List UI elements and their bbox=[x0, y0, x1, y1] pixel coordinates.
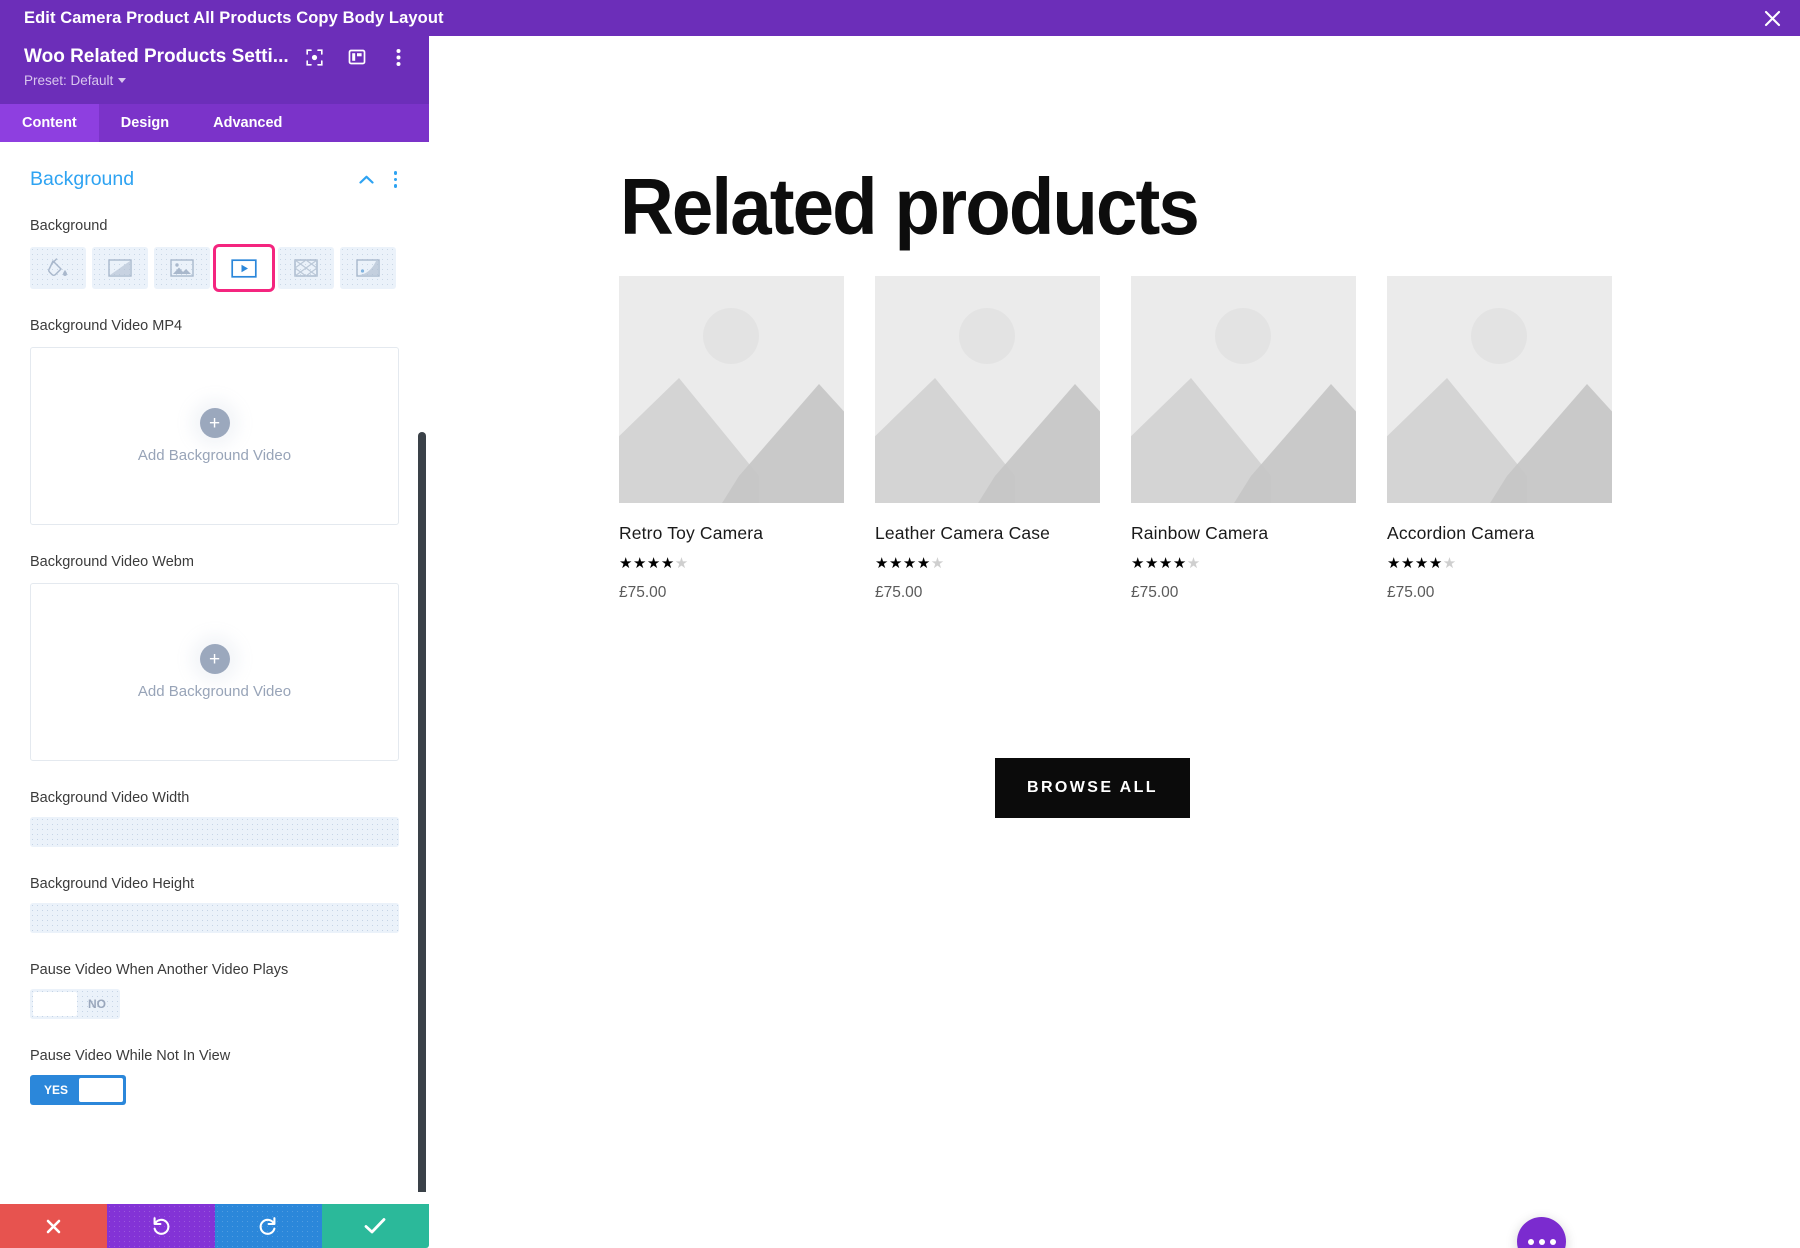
video-play-icon bbox=[231, 258, 257, 278]
background-type-pattern[interactable] bbox=[278, 247, 334, 289]
background-type-selector bbox=[0, 237, 429, 289]
background-field-label: Background bbox=[30, 218, 108, 234]
background-type-image[interactable] bbox=[154, 247, 210, 289]
layout-columns-icon[interactable] bbox=[347, 47, 367, 67]
tab-content[interactable]: Content bbox=[0, 104, 99, 142]
browse-all-button[interactable]: BROWSE ALL bbox=[995, 758, 1190, 818]
image-placeholder-icon bbox=[1387, 276, 1612, 503]
product-name[interactable]: Leather Camera Case bbox=[875, 523, 1100, 544]
gradient-icon bbox=[108, 259, 132, 277]
page-heading: Related products bbox=[620, 162, 1200, 251]
pattern-icon bbox=[294, 259, 318, 277]
panel-body: Background Background Background Video M… bbox=[0, 142, 429, 1192]
product-name[interactable]: Rainbow Camera bbox=[1131, 523, 1356, 544]
save-button[interactable] bbox=[321, 1204, 429, 1248]
section-title: Background bbox=[30, 168, 135, 190]
plus-icon: + bbox=[199, 408, 230, 438]
more-horizontal-icon bbox=[1538, 1238, 1545, 1245]
toggle-knob bbox=[33, 992, 77, 1016]
background-type-mask[interactable] bbox=[340, 247, 396, 289]
panel-action-bar bbox=[0, 1204, 429, 1248]
focus-target-icon[interactable] bbox=[305, 47, 325, 67]
product-card: Leather Camera Case ★★★★★ £75.00 bbox=[875, 276, 1100, 602]
product-rating: ★★★★★ bbox=[619, 555, 689, 572]
image-icon bbox=[170, 259, 194, 277]
more-horizontal-icon bbox=[1549, 1238, 1556, 1245]
toggle-value: YES bbox=[44, 1083, 69, 1097]
product-rating: ★★★★★ bbox=[875, 555, 945, 572]
background-type-color[interactable] bbox=[30, 247, 86, 289]
add-background-video-mp4-label: Add Background Video bbox=[137, 447, 292, 464]
field-label-video-webm: Background Video Webm bbox=[30, 554, 194, 570]
toggle-knob bbox=[79, 1078, 124, 1102]
product-image-placeholder[interactable] bbox=[1387, 276, 1612, 503]
field-label-pause-when-another-plays: Pause Video When Another Video Plays bbox=[30, 962, 289, 978]
product-rating: ★★★★★ bbox=[1387, 555, 1457, 572]
panel-scrollbar[interactable] bbox=[418, 432, 426, 1192]
product-name[interactable]: Accordion Camera bbox=[1387, 523, 1612, 544]
paint-bucket-icon bbox=[48, 258, 67, 276]
window-close-button[interactable] bbox=[1744, 0, 1800, 36]
module-settings-panel: Woo Related Products Setti... Preset: De… bbox=[0, 36, 429, 1248]
pause-video-when-another-plays-toggle[interactable]: NO bbox=[30, 989, 120, 1019]
product-card: Rainbow Camera ★★★★★ £75.00 bbox=[1131, 276, 1356, 602]
preset-selector[interactable]: Preset: Default bbox=[24, 73, 127, 88]
close-icon bbox=[46, 1219, 61, 1233]
related-products-grid: Retro Toy Camera ★★★★★ £75.00 Leather Ca… bbox=[619, 276, 1612, 602]
chevron-up-icon[interactable] bbox=[358, 171, 374, 189]
product-price: £75.00 bbox=[1387, 584, 1435, 601]
background-section-header: Background bbox=[0, 142, 429, 191]
product-price: £75.00 bbox=[619, 584, 667, 601]
field-label-video-height: Background Video Height bbox=[30, 876, 195, 892]
product-name[interactable]: Retro Toy Camera bbox=[619, 523, 844, 544]
window-titlebar: Edit Camera Product All Products Copy Bo… bbox=[0, 0, 1800, 36]
tab-advanced[interactable]: Advanced bbox=[191, 104, 304, 142]
plus-icon: + bbox=[199, 644, 230, 674]
page-settings-fab[interactable] bbox=[1517, 1217, 1566, 1248]
product-card: Accordion Camera ★★★★★ £75.00 bbox=[1387, 276, 1612, 602]
more-horizontal-icon bbox=[1527, 1238, 1534, 1245]
product-card: Retro Toy Camera ★★★★★ £75.00 bbox=[619, 276, 844, 602]
check-icon bbox=[364, 1218, 386, 1234]
field-label-video-width: Background Video Width bbox=[30, 790, 190, 806]
background-video-width-input[interactable] bbox=[30, 817, 399, 847]
pause-video-while-not-in-view-toggle[interactable]: YES bbox=[30, 1075, 127, 1105]
preset-label: Preset: Default bbox=[24, 73, 114, 88]
product-rating: ★★★★★ bbox=[1131, 555, 1201, 572]
background-video-webm-dropzone[interactable]: + Add Background Video bbox=[30, 583, 399, 761]
discard-changes-button[interactable] bbox=[0, 1204, 108, 1248]
toggle-value: NO bbox=[88, 997, 106, 1011]
mask-icon bbox=[356, 259, 380, 277]
product-image-placeholder[interactable] bbox=[1131, 276, 1356, 503]
background-type-video[interactable] bbox=[216, 247, 272, 289]
settings-tabs: Content Design Advanced bbox=[0, 104, 429, 142]
page-preview: Related products Retro Toy Camera ★★★★★ … bbox=[429, 36, 1800, 1248]
undo-icon bbox=[153, 1217, 170, 1235]
field-label-pause-while-not-in-view: Pause Video While Not In View bbox=[30, 1048, 231, 1064]
field-label-video-mp4: Background Video MP4 bbox=[30, 318, 183, 334]
background-video-mp4-dropzone[interactable]: + Add Background Video bbox=[30, 347, 399, 525]
image-placeholder-icon bbox=[875, 276, 1100, 503]
close-icon bbox=[1764, 10, 1780, 26]
chevron-down-icon bbox=[118, 78, 127, 83]
undo-button[interactable] bbox=[107, 1204, 215, 1248]
add-background-video-webm-label: Add Background Video bbox=[137, 683, 292, 700]
tab-design[interactable]: Design bbox=[99, 104, 191, 142]
divi-builder-screen: Edit Camera Product All Products Copy Bo… bbox=[0, 0, 1800, 1248]
product-image-placeholder[interactable] bbox=[619, 276, 844, 503]
panel-more-menu-icon[interactable] bbox=[389, 47, 409, 67]
panel-header: Woo Related Products Setti... Preset: De… bbox=[0, 36, 429, 104]
image-placeholder-icon bbox=[1131, 276, 1356, 503]
redo-icon bbox=[259, 1217, 276, 1235]
window-title: Edit Camera Product All Products Copy Bo… bbox=[24, 8, 444, 27]
redo-button[interactable] bbox=[214, 1204, 322, 1248]
image-placeholder-icon bbox=[619, 276, 844, 503]
product-price: £75.00 bbox=[1131, 584, 1179, 601]
module-title: Woo Related Products Setti... bbox=[24, 46, 289, 67]
section-more-menu-icon[interactable] bbox=[393, 171, 397, 188]
background-type-gradient[interactable] bbox=[92, 247, 148, 289]
product-image-placeholder[interactable] bbox=[875, 276, 1100, 503]
background-video-height-input[interactable] bbox=[30, 903, 399, 933]
product-price: £75.00 bbox=[875, 584, 923, 601]
